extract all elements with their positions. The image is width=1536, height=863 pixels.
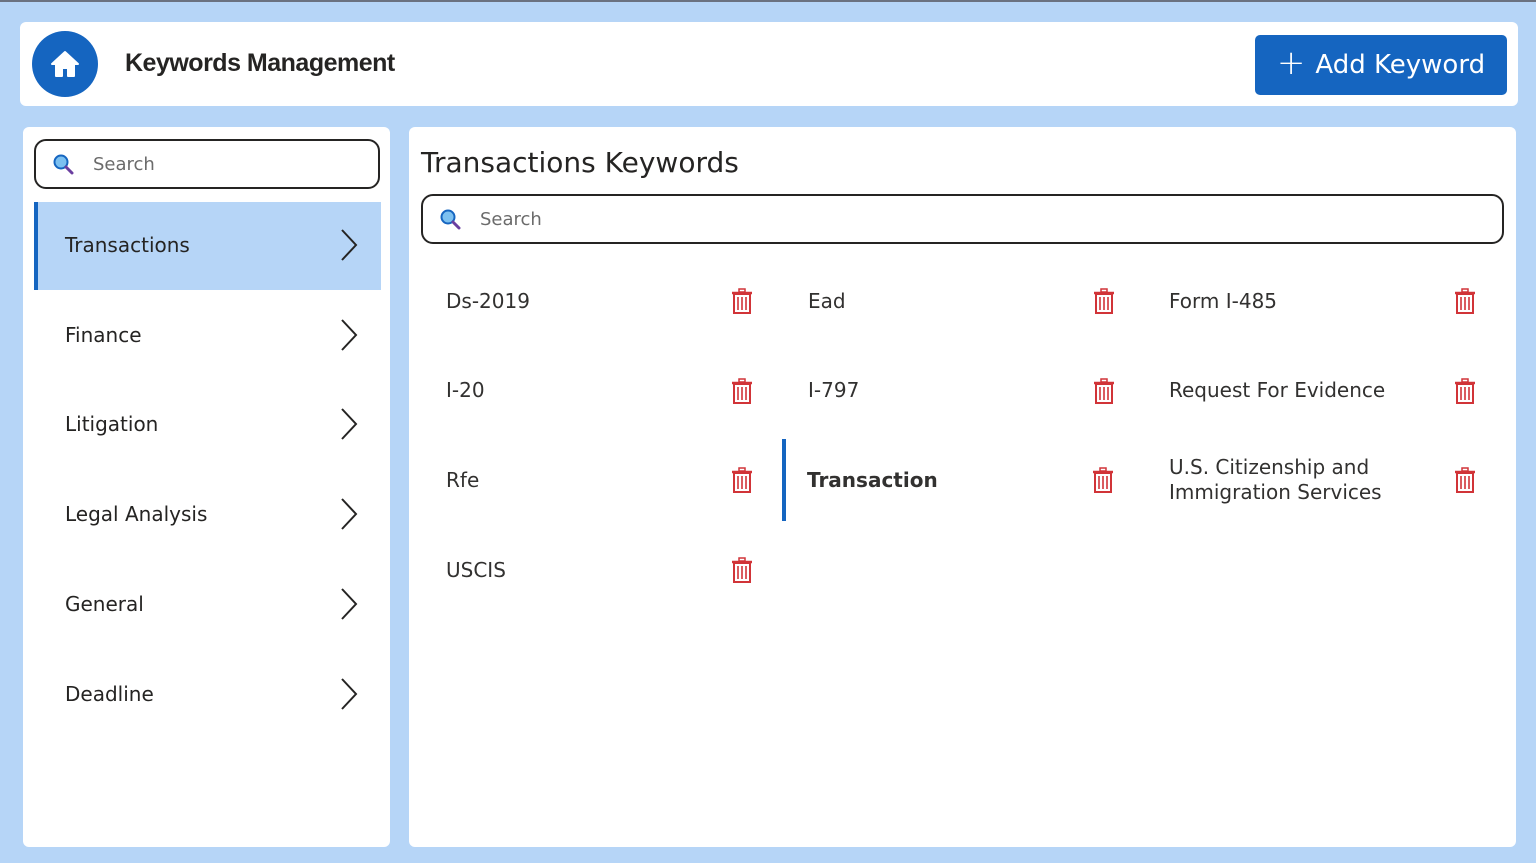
trash-icon[interactable] xyxy=(1455,377,1475,408)
keyword-item[interactable]: Form I-485 xyxy=(1132,260,1494,342)
sidebar-item[interactable]: Litigation xyxy=(34,381,381,469)
trash-icon[interactable] xyxy=(732,557,752,587)
category-search-placeholder: Search xyxy=(93,153,155,175)
trash-icon[interactable] xyxy=(1455,288,1475,318)
chevron-right-icon xyxy=(339,228,359,266)
keyword-label: Ead xyxy=(808,288,846,313)
trash-icon[interactable] xyxy=(1455,467,1475,497)
home-button[interactable] xyxy=(32,31,98,97)
trash-icon[interactable] xyxy=(1093,467,1113,497)
sidebar-item[interactable]: Transactions xyxy=(34,202,381,290)
sidebar-item[interactable]: Finance xyxy=(34,292,381,380)
keyword-label: USCIS xyxy=(446,557,506,582)
trash-icon[interactable] xyxy=(1094,377,1114,408)
keywords-panel: Transactions Keywords Search Ds-2019 Ead F… xyxy=(409,127,1516,847)
trash-icon[interactable] xyxy=(1094,288,1114,318)
sidebar-item[interactable]: Deadline xyxy=(34,651,381,739)
keyword-label: Ds-2019 xyxy=(446,288,530,313)
trash-icon[interactable] xyxy=(732,467,752,497)
keyword-item[interactable]: Rfe xyxy=(409,439,771,521)
sidebar-item-label: Litigation xyxy=(65,412,159,437)
keyword-label: Request For Evidence xyxy=(1169,378,1386,403)
keyword-item[interactable]: USCIS xyxy=(409,529,771,611)
keyword-item[interactable]: U.S. Citizenship and Immigration Service… xyxy=(1132,439,1494,521)
keyword-item[interactable]: Ead xyxy=(771,260,1133,342)
chevron-right-icon xyxy=(339,677,359,715)
home-icon xyxy=(51,51,79,77)
category-search-input[interactable]: Search xyxy=(34,139,380,189)
sidebar-item[interactable]: General xyxy=(34,561,381,649)
keyword-search-placeholder: Search xyxy=(480,208,542,230)
chevron-right-icon xyxy=(339,587,359,625)
sidebar-item[interactable]: Legal Analysis xyxy=(34,471,381,559)
keyword-label: Rfe xyxy=(446,467,480,492)
sidebar-item-label: Finance xyxy=(65,322,142,347)
search-icon xyxy=(53,154,74,175)
header-bar: Keywords Management + Add Keyword xyxy=(20,22,1518,106)
category-sidebar: Search Transactions Finance Litigation Lega… xyxy=(23,127,390,847)
trash-icon[interactable] xyxy=(732,288,752,318)
keyword-item[interactable]: Ds-2019 xyxy=(409,260,771,342)
chevron-right-icon xyxy=(339,497,359,535)
keyword-label: I-20 xyxy=(446,378,485,403)
trash-icon[interactable] xyxy=(732,377,752,408)
keyword-item[interactable]: Request For Evidence xyxy=(1132,350,1494,432)
chevron-right-icon xyxy=(339,318,359,356)
sidebar-item-label: Legal Analysis xyxy=(65,502,208,527)
add-keyword-label: Add Keyword xyxy=(1315,50,1486,80)
chevron-right-icon xyxy=(339,407,359,445)
keyword-item[interactable]: I-20 xyxy=(409,350,771,432)
search-icon xyxy=(440,209,461,230)
add-keyword-button[interactable]: + Add Keyword xyxy=(1255,35,1507,95)
keyword-label: I-797 xyxy=(808,378,860,403)
sidebar-item-label: Deadline xyxy=(65,681,154,706)
plus-icon: + xyxy=(1276,43,1306,83)
keyword-label: U.S. Citizenship and Immigration Service… xyxy=(1169,455,1382,505)
keyword-label: Form I-485 xyxy=(1169,288,1278,313)
keyword-item[interactable]: Transaction xyxy=(782,439,1144,522)
keyword-search-input[interactable]: Search xyxy=(421,194,1504,244)
sidebar-item-label: General xyxy=(65,591,144,616)
panel-title: Transactions Keywords xyxy=(421,146,739,179)
sidebar-item-label: Transactions xyxy=(65,233,190,257)
keyword-item[interactable]: I-797 xyxy=(771,350,1133,432)
keyword-label: Transaction xyxy=(807,467,938,492)
page-title: Keywords Management xyxy=(125,49,395,77)
